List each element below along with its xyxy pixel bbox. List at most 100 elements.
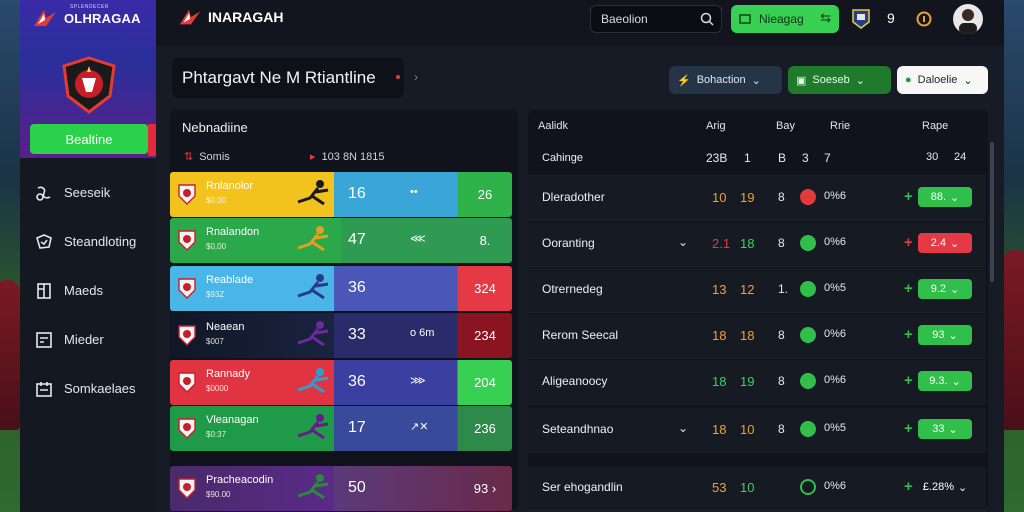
chevron-down-icon[interactable]: ⌄ [678, 235, 688, 249]
primary-cta-button[interactable]: Bealtine [30, 124, 148, 154]
table-scrollbar[interactable] [990, 142, 994, 282]
team-name: Rnlanolor [206, 180, 254, 192]
book-icon [37, 282, 51, 299]
filter-b-label: Soeseb [812, 74, 850, 86]
match-row[interactable]: Vleanagan $0:37 17 ↗✕ 236 [170, 406, 512, 451]
table-row[interactable]: Seteandhnao ⌄ 18 10 8 0%5 +33 ⌄ [528, 408, 986, 453]
match-end-value: 236 [474, 421, 496, 436]
match-value: 16 [348, 185, 366, 202]
chevron-down-icon[interactable]: ⌄ [950, 191, 959, 204]
brand-logo[interactable]: OLHRAGAA [32, 8, 141, 28]
filter-c-label: Daloelie [917, 74, 958, 86]
match-row[interactable]: Neaean $007 33 o 6m 234 [170, 313, 512, 358]
user-avatar[interactable] [953, 4, 983, 34]
status-dot-icon [800, 327, 816, 343]
table-subheader-row: Cahinge 23B 1 B 3 7 30 24 [528, 142, 986, 176]
plus-icon: + [904, 234, 913, 251]
filter-dropdown-c[interactable]: ● Daloelie ⌄ [897, 66, 988, 94]
chevron-down-icon[interactable]: ⌄ [958, 481, 967, 494]
match-value: 36 [348, 279, 366, 296]
row-value-2: 10 [740, 422, 755, 437]
plus-icon: + [904, 478, 913, 495]
match-end-value: 93 › [473, 481, 497, 496]
topbar-logo[interactable]: INARAGAH [178, 7, 283, 27]
odds-pill-value: 88. [930, 191, 947, 203]
filter-a-label: Bohaction [696, 74, 746, 86]
row-value-1: 18 [712, 328, 727, 343]
search-input[interactable]: Baeolion [590, 5, 722, 33]
odds-table: Aalidk Arig Bay Rrie Rape Cahinge 23B 1 … [528, 110, 994, 511]
subheader-n4: 3 [802, 151, 809, 165]
row-value-3: 8 [778, 190, 785, 204]
chevron-down-icon[interactable]: ⌄ [950, 237, 959, 250]
match-row[interactable]: Rnalandon $0,00 47 ⋘ 8. [170, 218, 512, 263]
row-percent: 0%6 [824, 236, 847, 248]
chevron-down-icon[interactable]: ⌄ [950, 283, 959, 296]
row-value-3: 8 [778, 422, 785, 436]
league-badge-icon[interactable] [851, 8, 871, 30]
chevron-down-icon: ⌄ [963, 74, 973, 87]
match-trend: •• [410, 186, 418, 198]
player-action-icon [297, 368, 329, 394]
match-row[interactable]: Pracheacodin $90.00 50 93 › [170, 466, 512, 511]
team-crest-icon [178, 418, 196, 439]
match-row[interactable]: Rnlanolor $0.00 16 •• 26 [170, 172, 512, 217]
chevron-down-icon[interactable]: ⌄ [952, 375, 961, 388]
sidebar-item-label: Mieder [64, 332, 104, 347]
sidebar-item-somkaelaes[interactable]: Somkaelaes [20, 364, 156, 413]
table-row[interactable]: Ser ehogandlin 53 10 0%6 + £.28% ⌄ [528, 466, 986, 511]
sidebar-item-maeds[interactable]: Maeds [20, 266, 156, 315]
sidebar-item-label: Somkaelaes [64, 381, 136, 396]
match-row[interactable]: Rannady $0000 36 ⋙ 204 [170, 360, 512, 405]
chevron-down-icon[interactable]: ⌄ [949, 423, 958, 436]
plus-icon: + [904, 280, 913, 297]
coin-icon[interactable] [916, 10, 932, 28]
club-crest-icon [62, 56, 116, 114]
sidebar-brand-panel: OLHRAGAA SPLENDECER Bealtine [20, 0, 156, 158]
odds-pill[interactable]: 88. ⌄ [918, 187, 972, 207]
brand-tagline: SPLENDECER [70, 4, 109, 10]
filter-dropdown-a[interactable]: ⚡ Bohaction ⌄ [669, 66, 782, 94]
table-row[interactable]: Aligeanoocy 18 19 8 0%6 +9.3. ⌄ [528, 360, 986, 405]
team-stake: $007 [206, 337, 224, 346]
odds-pill[interactable]: 9.2 ⌄ [918, 279, 972, 299]
sidebar-item-steandloting[interactable]: Steandloting [20, 217, 156, 266]
table-row[interactable]: Dleradother 10 19 8 0%6 +88. ⌄ [528, 176, 986, 221]
odds-pill-value: 2.4 [930, 237, 947, 249]
balance-button[interactable]: Nieagag ⇆ [731, 5, 839, 33]
chevron-right-icon[interactable]: › [414, 70, 418, 84]
page-title: Phtargavt Ne M Rtiantline [172, 58, 404, 98]
wallet-icon [739, 14, 751, 24]
team-stake: $0.00 [206, 196, 227, 205]
odds-pill[interactable]: 2.4 ⌄ [918, 233, 972, 253]
table-header-arig: Arig [706, 120, 726, 132]
team-crest-icon [178, 325, 196, 346]
sidebar-item-mieder[interactable]: Mieder [20, 315, 156, 364]
row-percent: 0%6 [824, 480, 847, 492]
table-row[interactable]: Otrernedeg 13 12 1. 0%5 +9.2 ⌄ [528, 268, 986, 313]
row-name: Ooranting [542, 236, 595, 250]
row-name: Otrernedeg [542, 282, 603, 296]
match-end-value: 324 [474, 281, 496, 296]
table-row[interactable]: Rerom Seecal 18 18 8 0%6 +93 ⌄ [528, 314, 986, 359]
search-icon[interactable] [700, 12, 714, 26]
odds-pill[interactable]: 9.3. ⌄ [918, 371, 972, 391]
match-trend: ⋙ [410, 375, 426, 387]
table-header-name: Aalidk [538, 120, 568, 132]
match-end-value: 204 [474, 375, 496, 390]
odds-pill[interactable]: 33 ⌄ [918, 419, 972, 439]
table-row[interactable]: Ooranting ⌄ 2.1 18 8 0%6 +2.4 ⌄ [528, 222, 986, 267]
plus-icon: + [904, 326, 913, 343]
filter-dropdown-b[interactable]: ▣ Soeseb ⌄ [788, 66, 891, 94]
subheader-stats: 103 8N 1815 [321, 150, 385, 163]
chevron-down-icon: ⌄ [855, 74, 865, 87]
odds-pill[interactable]: 93 ⌄ [918, 325, 972, 345]
player-action-icon [297, 321, 329, 347]
chevron-down-icon[interactable]: ⌄ [678, 421, 688, 435]
sidebar-item-seeseik[interactable]: Seeseik [20, 168, 156, 217]
row-value-1: 53 [712, 480, 727, 495]
odds-pill[interactable]: £.28% ⌄ [918, 477, 972, 497]
row-value-2: 19 [740, 190, 755, 205]
match-row[interactable]: Reablade $93Z 36 324 [170, 266, 512, 311]
chevron-down-icon[interactable]: ⌄ [949, 329, 958, 342]
